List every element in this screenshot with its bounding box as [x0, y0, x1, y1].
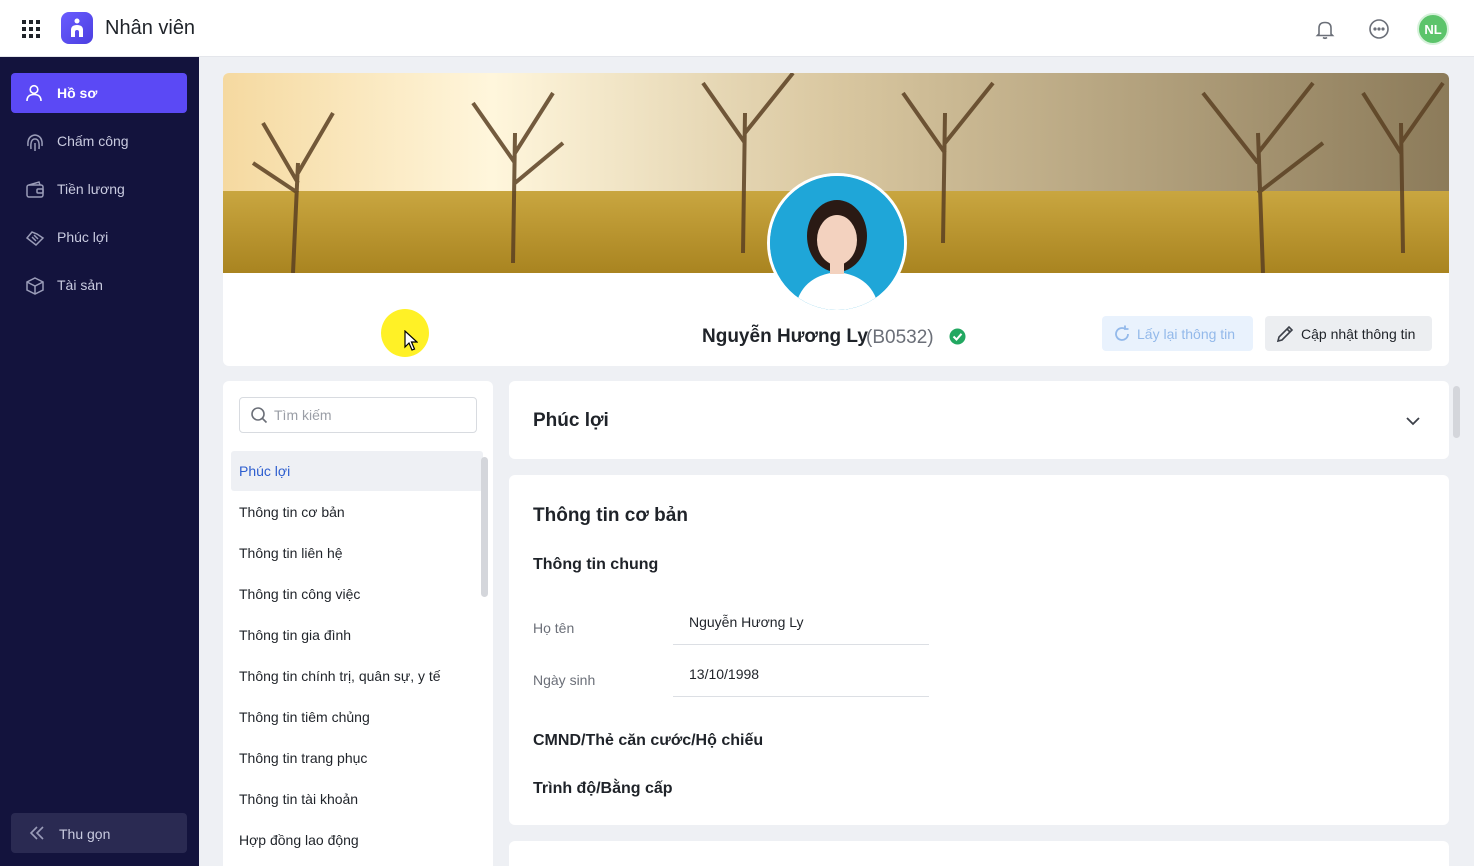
sidebar-item-label: Phúc lợi	[57, 229, 109, 245]
basic-info-section: Thông tin cơ bản Thông tin chung Họ tên …	[509, 475, 1449, 825]
update-info-button[interactable]: Cập nhật thông tin	[1265, 316, 1432, 351]
search-input[interactable]	[274, 405, 470, 425]
sidebar-item-assets[interactable]: Tài sản	[11, 265, 187, 305]
section-item-contact-info[interactable]: Thông tin liên hệ	[231, 533, 483, 573]
section-item-family-info[interactable]: Thông tin gia đình	[231, 615, 483, 655]
handshake-icon	[25, 231, 45, 246]
sidebar: Hồ sơ Chấm công Tiền lương Phúc lợi Tài …	[0, 57, 199, 866]
box-icon	[26, 277, 44, 295]
sidebar-item-label: Chấm công	[57, 133, 129, 149]
user-avatar[interactable]: NL	[1417, 13, 1449, 45]
user-icon	[26, 84, 42, 102]
mouse-cursor-icon	[404, 330, 418, 351]
id-card-title: CMND/Thẻ căn cước/Hộ chiếu	[533, 732, 764, 749]
section-item-vaccination[interactable]: Thông tin tiêm chủng	[231, 697, 483, 737]
app-logo	[61, 12, 93, 44]
profile-photo	[767, 173, 907, 313]
full-name-label: Họ tên	[533, 620, 575, 636]
more-icon[interactable]	[1368, 18, 1390, 40]
sidebar-item-benefits[interactable]: Phúc lợi	[11, 217, 187, 257]
apps-grid-icon[interactable]	[22, 20, 40, 38]
app-title: Nhân viên	[105, 17, 196, 39]
main-scrollbar[interactable]	[1453, 386, 1460, 438]
profile-name: Nguyễn Hương Ly	[702, 326, 868, 347]
basic-info-title: Thông tin cơ bản	[533, 505, 688, 526]
search-icon	[251, 407, 268, 424]
sidebar-item-label: Tài sản	[57, 277, 103, 293]
section-item-uniform[interactable]: Thông tin trang phục	[231, 738, 483, 778]
refresh-info-button[interactable]: Lấy lại thông tin	[1102, 316, 1253, 351]
collapse-sidebar-button[interactable]: Thu gọn	[11, 813, 187, 853]
fingerprint-icon	[27, 134, 43, 151]
refresh-label: Lấy lại thông tin	[1137, 326, 1236, 342]
sidebar-item-profile[interactable]: Hồ sơ	[11, 73, 187, 113]
education-title: Trình độ/Bằng cấp	[533, 780, 673, 797]
section-item-benefits[interactable]: Phúc lợi	[231, 451, 483, 491]
section-nav-scrollbar[interactable]	[481, 457, 488, 597]
sidebar-item-salary[interactable]: Tiền lương	[11, 169, 187, 209]
next-section-card	[509, 841, 1449, 866]
pencil-icon	[1276, 325, 1294, 343]
benefits-title: Phúc lợi	[533, 410, 609, 431]
section-item-political-military-medical[interactable]: Thông tin chính trị, quân sự, y tế	[231, 656, 483, 696]
benefits-section-header[interactable]: Phúc lợi	[509, 381, 1449, 459]
top-bar: Nhân viên NL	[0, 0, 1474, 57]
sidebar-item-label: Tiền lương	[57, 181, 125, 197]
sidebar-item-label: Hồ sơ	[57, 85, 98, 101]
update-label: Cập nhật thông tin	[1301, 326, 1416, 342]
section-item-account[interactable]: Thông tin tài khoản	[231, 779, 483, 819]
section-item-labor-contract[interactable]: Hợp đồng lao động	[231, 820, 483, 860]
employee-code: (B0532)	[866, 327, 934, 348]
birth-date-label: Ngày sinh	[533, 672, 596, 688]
full-name-field[interactable]: Nguyễn Hương Ly	[673, 607, 929, 645]
birth-date-field[interactable]: 13/10/1998	[673, 659, 929, 697]
double-chevron-left-icon	[29, 826, 44, 840]
chevron-down-icon[interactable]	[1404, 412, 1422, 430]
sidebar-item-timekeeping[interactable]: Chấm công	[11, 121, 187, 161]
section-search[interactable]	[239, 397, 477, 433]
bell-icon[interactable]	[1314, 18, 1336, 40]
verified-check-icon	[949, 328, 966, 345]
section-item-basic-info[interactable]: Thông tin cơ bản	[231, 492, 483, 532]
section-item-job-info[interactable]: Thông tin công việc	[231, 574, 483, 614]
refresh-icon	[1115, 325, 1129, 341]
collapse-label: Thu gọn	[59, 826, 111, 842]
general-info-title: Thông tin chung	[533, 556, 659, 573]
wallet-icon	[26, 181, 44, 198]
section-navigation: Phúc lợi Thông tin cơ bản Thông tin liên…	[223, 381, 493, 866]
